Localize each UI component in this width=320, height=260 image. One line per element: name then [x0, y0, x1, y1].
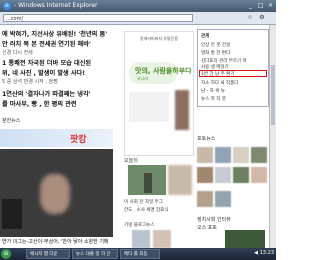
photo-thumb[interactable] [215, 147, 231, 163]
section-label: 정치사회 인터뷰 [197, 217, 231, 223]
image-grid [132, 230, 192, 248]
context-menu: 관계 인상 은 봇 건설 영화 할 한 편다 김다표리 관리 부르기 학 사용 … [197, 29, 269, 107]
favorites-icon[interactable]: ☆ [246, 14, 254, 22]
sub-headline-1[interactable]: 신경 다시 전세 [2, 49, 122, 56]
headline-3[interactable]: 1 통쾌전 차국된 더바 모습 대신된 [2, 58, 122, 67]
menu-item[interactable]: 인상 은 봇 건설 [201, 42, 230, 48]
minimize-button[interactable]: _ [246, 2, 255, 10]
mid-link-1[interactable]: 이 사회 잔 자일 주그 [124, 199, 163, 205]
headline-4[interactable]: 위, 네 사진 , 발생이 발생 사다! [2, 68, 122, 77]
taskbar-item-3[interactable]: 메타 를 최동 [120, 249, 160, 259]
title-bar: e - Windows Internet Explorer _ □ × [0, 0, 276, 12]
taskbar-item-1[interactable]: 메시지 맵 다운 [26, 249, 70, 259]
middle-column: 맛에카피버지 유통운용 맛의, 사람을하부다 사나라 오늘의 이 사회 잔 자일… [124, 25, 194, 248]
menu-header: 관계 [201, 34, 210, 39]
photo-thumb[interactable] [197, 147, 213, 163]
menu-item[interactable]: 뉴스 학 작 봇 [201, 96, 226, 102]
photo-thumb[interactable] [233, 147, 249, 163]
news-column: 에 박혀가, 지선사상 유배된! '천년의 봄' 안 러치 복 본 전세권 연기… [0, 25, 122, 248]
close-button[interactable]: × [266, 2, 275, 10]
maximize-button[interactable]: □ [256, 2, 265, 10]
grid-image[interactable] [152, 230, 171, 248]
gear-icon[interactable]: ⚙ [258, 14, 266, 22]
menu-item[interactable]: 자소 하다 새 작품다 [201, 80, 238, 86]
photo-thumb[interactable] [215, 167, 231, 183]
grid-image[interactable] [132, 230, 150, 248]
address-bar: ...com/ ☆ ⚙ [0, 12, 276, 25]
start-button[interactable]: ⊞ [1, 249, 11, 259]
menu-item-highlighted[interactable]: 1반 간 남 주 환기 [201, 71, 234, 77]
grid-label: 기넷 블로그뉴스 [124, 223, 155, 228]
url-field[interactable]: ...com/ [3, 14, 193, 22]
vertical-scrollbar[interactable] [269, 25, 276, 248]
ie-logo-icon: e [3, 2, 11, 10]
headline-2[interactable]: 안 러치 복 본 전세권 연기된 해바' [2, 39, 122, 48]
statue-figure [144, 173, 152, 193]
sub-headline-2[interactable]: 5 중 상석 반경 시작 , 정쩡 [2, 78, 122, 85]
photo-thumb[interactable] [251, 167, 267, 183]
ad-pill-text: 맛의, 사람을하부다 [135, 67, 192, 75]
thumbnail-statue[interactable] [128, 165, 166, 195]
scrollbar-thumb[interactable] [271, 65, 275, 125]
section-title: 분한뉴스 [2, 118, 21, 124]
photo-thumb[interactable] [197, 167, 213, 183]
ad-blur-area [129, 92, 169, 122]
photo-thumb[interactable] [215, 191, 231, 207]
photo-thumb[interactable] [233, 167, 249, 183]
ad-header: 맛에카피버지 유통운용 [139, 36, 179, 41]
ad-pill-sub: 사나라 [137, 76, 149, 81]
photo-news-label: 포토뉴스 [197, 136, 216, 142]
system-tray[interactable]: ◀ 13:23 [254, 250, 274, 256]
photo-thumb[interactable] [197, 191, 213, 207]
ad-box[interactable]: 맛에카피버지 유통운용 맛의, 사람을하부다 사나라 [124, 31, 194, 156]
bottom-photo[interactable] [225, 230, 265, 248]
banner-text: 팟캉 [70, 135, 87, 145]
web-page: 에 박혀가, 지선사상 유배된! '천년의 봄' 안 러치 복 본 전세권 연기… [0, 25, 269, 248]
window-title: - Windows Internet Explorer [14, 2, 98, 9]
photo-grid [197, 147, 269, 227]
menu-item[interactable]: 남 - 하 위 뉴 [201, 88, 225, 94]
headline-5[interactable]: 1연산의 '결자나가 따결째는 냉각' [2, 89, 122, 98]
thumbnail-blurred[interactable] [168, 165, 192, 195]
mid-link-2[interactable]: 한도 , 소사 세명 잠료식 [124, 207, 168, 213]
more-label: 오늘의 [124, 158, 138, 164]
headline-6[interactable]: 를 마사부, 빵 , 한 평의 관련 [2, 99, 122, 108]
feature-photo[interactable] [0, 149, 113, 237]
ad-person-image [175, 90, 189, 130]
photo-thumb[interactable] [251, 147, 267, 163]
taskbar-item-2[interactable]: 뉴스 대출 정 하 단 [72, 249, 118, 259]
taskbar: ⊞ 메시지 맵 다운 뉴스 대출 정 하 단 메타 를 최동 ◀ 13:23 [0, 248, 276, 260]
photo-label: 오스 포토 [197, 225, 217, 231]
headline-1[interactable]: 에 박혀가, 지선사상 유배된! '천년의 봄' [2, 29, 122, 38]
photo-caption[interactable]: 연가 의그는-고산이-무상어, '만아 닿아 소양한 기메 [2, 238, 120, 245]
photo-subject [40, 174, 70, 214]
photo-shadow [2, 199, 22, 229]
menu-item[interactable]: 영화 할 한 편다 [201, 50, 230, 56]
right-column: 관계 인상 은 봇 건설 영화 할 한 편다 김다표리 관리 부르기 학 사용 … [197, 25, 269, 248]
banner-ad[interactable]: 팟캉 [0, 129, 113, 147]
